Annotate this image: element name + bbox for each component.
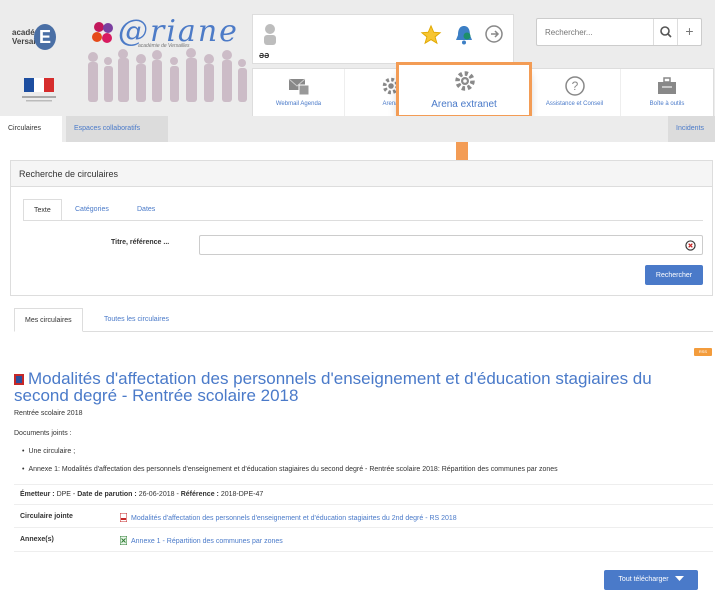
header: académie Versailles E @riane académie de … <box>0 0 715 117</box>
tab-dates[interactable]: Dates <box>127 199 165 221</box>
annex-link[interactable]: Annexe 1 - Répartition des communes par … <box>120 536 283 545</box>
title-ref-input[interactable] <box>199 235 703 255</box>
plus-button[interactable]: + <box>677 19 701 45</box>
panel-title: Recherche de circulaires <box>11 161 712 187</box>
document-item: Une circulaire ; <box>22 448 75 455</box>
circular-meta: Émetteur : DPE - Date de parution : 26-0… <box>14 484 713 504</box>
gear-icon <box>455 71 475 91</box>
logout-icon[interactable] <box>484 24 504 44</box>
user-panel: ƏƏ <box>252 14 514 64</box>
app-label: Webmail Agenda <box>275 101 322 107</box>
meta-ref: 2018-DPE-47 <box>220 491 264 498</box>
download-icon <box>674 576 684 581</box>
app-label: Boîte à outils <box>649 101 685 107</box>
tab-espaces-collaboratifs[interactable]: Espaces collaboratifs <box>66 116 168 142</box>
pdf-file-icon <box>120 513 127 522</box>
academie-logo[interactable]: académie Versailles E <box>12 22 72 58</box>
download-all-label: Tout télécharger <box>618 576 669 583</box>
app-boite-outils[interactable]: Boîte à outils <box>621 69 713 117</box>
tab-mes-circulaires[interactable]: Mes circulaires <box>14 308 83 332</box>
clear-icon[interactable] <box>685 240 696 251</box>
ariane-logo[interactable]: @riane académie de Versailles <box>90 16 240 50</box>
circular-subtitle: Rentrée scolaire 2018 <box>14 410 83 417</box>
document-icon <box>14 374 24 385</box>
attachments-table: Circulaire jointe Modalités d'affectatio… <box>14 504 713 552</box>
documents-label: Documents joints : <box>14 430 72 437</box>
bell-icon[interactable] <box>454 24 474 46</box>
circular-title[interactable]: Modalités d'affectation des personnels d… <box>14 370 704 404</box>
arena-extranet-highlight[interactable]: Arena extranet <box>396 62 532 118</box>
download-all-button[interactable]: Tout télécharger <box>604 570 698 590</box>
meta-emetteur: DPE <box>56 491 71 498</box>
svg-text:?: ? <box>572 79 579 93</box>
main-tabs: Circulaires Espaces collaboratifs Incide… <box>0 116 715 142</box>
circular-title-text: Modalités d'affectation des personnels d… <box>14 369 652 405</box>
help-icon: ? <box>565 76 585 96</box>
app-webmail-agenda[interactable]: Webmail Agenda <box>253 69 345 117</box>
attachment-link[interactable]: Modalités d'affectation des personnels d… <box>120 513 457 522</box>
list-tabs: Mes circulaires Toutes les circulaires <box>14 308 713 332</box>
tab-incidents[interactable]: Incidents <box>668 116 715 142</box>
app-assistance[interactable]: ? Assistance et Conseil <box>529 69 621 117</box>
meta-line: Émetteur : DPE - Date de parution : 26-0… <box>20 491 264 498</box>
tab-toutes-circulaires[interactable]: Toutes les circulaires <box>94 308 179 332</box>
search-button[interactable] <box>653 19 677 45</box>
table-row: Annexe(s) Annexe 1 - Répartition des com… <box>14 528 713 552</box>
tab-circulaires[interactable]: Circulaires <box>0 116 62 142</box>
meta-emetteur-label: Émetteur : <box>20 491 55 498</box>
star-icon[interactable] <box>420 24 442 46</box>
search-input[interactable] <box>537 19 653 45</box>
colored-dots-icon <box>92 22 113 43</box>
academie-letter: E <box>34 24 56 50</box>
divider <box>23 220 703 221</box>
republique-logo <box>22 78 56 102</box>
document-item: Annexe 1: Modalités d'affectation des pe… <box>22 466 557 473</box>
search-circulars-button[interactable]: Rechercher <box>645 265 703 285</box>
app-label: Assistance et Conseil <box>545 101 604 107</box>
arena-extranet-label: Arena extranet <box>431 99 497 110</box>
search-icon <box>660 26 672 38</box>
user-name: ƏƏ <box>259 53 270 60</box>
meta-date: 26-06-2018 <box>138 491 175 498</box>
meta-date-label: Date de parution : <box>77 491 137 498</box>
toolbox-icon <box>658 77 676 94</box>
spreadsheet-file-icon <box>120 536 127 545</box>
attachment-link-text: Modalités d'affectation des personnels d… <box>131 515 457 522</box>
rss-badge[interactable]: RSS <box>694 348 712 356</box>
tab-texte[interactable]: Texte <box>23 199 62 221</box>
user-avatar-icon[interactable] <box>263 23 277 45</box>
meta-ref-label: Référence : <box>180 491 219 498</box>
tab-categories[interactable]: Catégories <box>65 199 119 221</box>
row-key: Annexe(s) <box>20 536 54 543</box>
title-ref-label: Titre, référence ... <box>111 239 170 246</box>
search-panel: Recherche de circulaires Texte Catégorie… <box>10 160 713 296</box>
search-bar: + <box>536 18 702 46</box>
mail-calendar-icon <box>288 78 310 96</box>
row-key: Circulaire jointe <box>20 513 73 520</box>
table-row: Circulaire jointe Modalités d'affectatio… <box>14 504 713 528</box>
annex-link-text: Annexe 1 - Répartition des communes par … <box>131 538 283 545</box>
people-banner-icon <box>88 48 247 102</box>
